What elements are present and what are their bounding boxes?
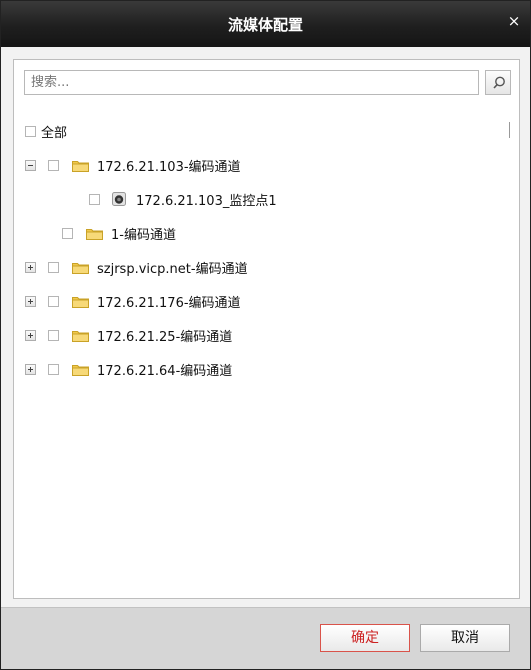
cancel-button[interactable]: 取消 (420, 624, 510, 652)
tree-node-172-6-21-103[interactable]: 172.6.21.103-编码通道 (25, 154, 241, 176)
tree-node-label: 172.6.21.103_监控点1 (136, 193, 277, 209)
dialog-title: 流媒体配置 (227, 16, 303, 34)
tree-node-camera-1[interactable]: 172.6.21.103_监控点1 (89, 188, 277, 210)
tree-node-172-6-21-176[interactable]: 172.6.21.176-编码通道 (25, 290, 241, 312)
folder-icon (86, 228, 103, 240)
camera-icon (112, 192, 126, 206)
search-icon (493, 76, 505, 89)
collapse-toggle[interactable] (25, 159, 36, 171)
stream-media-config-dialog: 流媒体配置 × 全部 172.6.21.1 (0, 0, 531, 670)
tree-node-checkbox[interactable] (48, 329, 59, 341)
title-bar[interactable]: 流媒体配置 × (1, 1, 530, 47)
tree-node-1-encoding-channel[interactable]: 1-编码通道 (62, 222, 176, 244)
tree-node-checkbox[interactable] (48, 363, 59, 375)
tree-node-szjrsp[interactable]: szjrsp.vicp.net-编码通道 (25, 256, 248, 278)
tree-node-checkbox[interactable] (48, 159, 59, 171)
tree-node-checkbox[interactable] (48, 261, 59, 273)
scrollbar[interactable] (509, 122, 510, 138)
tree-node-172-6-21-25[interactable]: 172.6.21.25-编码通道 (25, 324, 232, 346)
tree-node-label: 1-编码通道 (111, 227, 176, 243)
select-all-checkbox[interactable] (25, 125, 36, 137)
tree-node-label: 172.6.21.64-编码通道 (97, 363, 233, 379)
search-input[interactable] (24, 70, 479, 95)
folder-icon (72, 160, 89, 172)
tree-node-label: 172.6.21.176-编码通道 (97, 295, 241, 311)
folder-icon (72, 364, 89, 376)
expand-toggle[interactable] (25, 329, 36, 341)
tree-node-checkbox[interactable] (62, 227, 73, 239)
folder-icon (72, 296, 89, 308)
expand-toggle[interactable] (25, 363, 36, 375)
confirm-button[interactable]: 确定 (320, 624, 410, 652)
folder-icon (72, 262, 89, 274)
folder-icon (72, 330, 89, 342)
close-button[interactable]: × (506, 13, 522, 29)
tree-node-label: 172.6.21.103-编码通道 (97, 159, 241, 175)
tree-root-all[interactable]: 全部 (25, 120, 67, 142)
tree-node-label: szjrsp.vicp.net-编码通道 (97, 261, 248, 277)
tree-node-label: 172.6.21.25-编码通道 (97, 329, 233, 345)
channel-tree-panel: 全部 172.6.21.103-编码通道 172.6.21.103_监控点1 (13, 59, 520, 599)
tree-node-checkbox[interactable] (48, 295, 59, 307)
tree-node-172-6-21-64[interactable]: 172.6.21.64-编码通道 (25, 358, 232, 380)
expand-toggle[interactable] (25, 261, 36, 273)
expand-toggle[interactable] (25, 295, 36, 307)
tree-node-checkbox[interactable] (89, 193, 100, 205)
search-button[interactable] (485, 70, 511, 95)
dialog-footer: 确定 取消 (1, 607, 530, 669)
search-bar (24, 70, 511, 95)
select-all-label: 全部 (41, 125, 68, 141)
